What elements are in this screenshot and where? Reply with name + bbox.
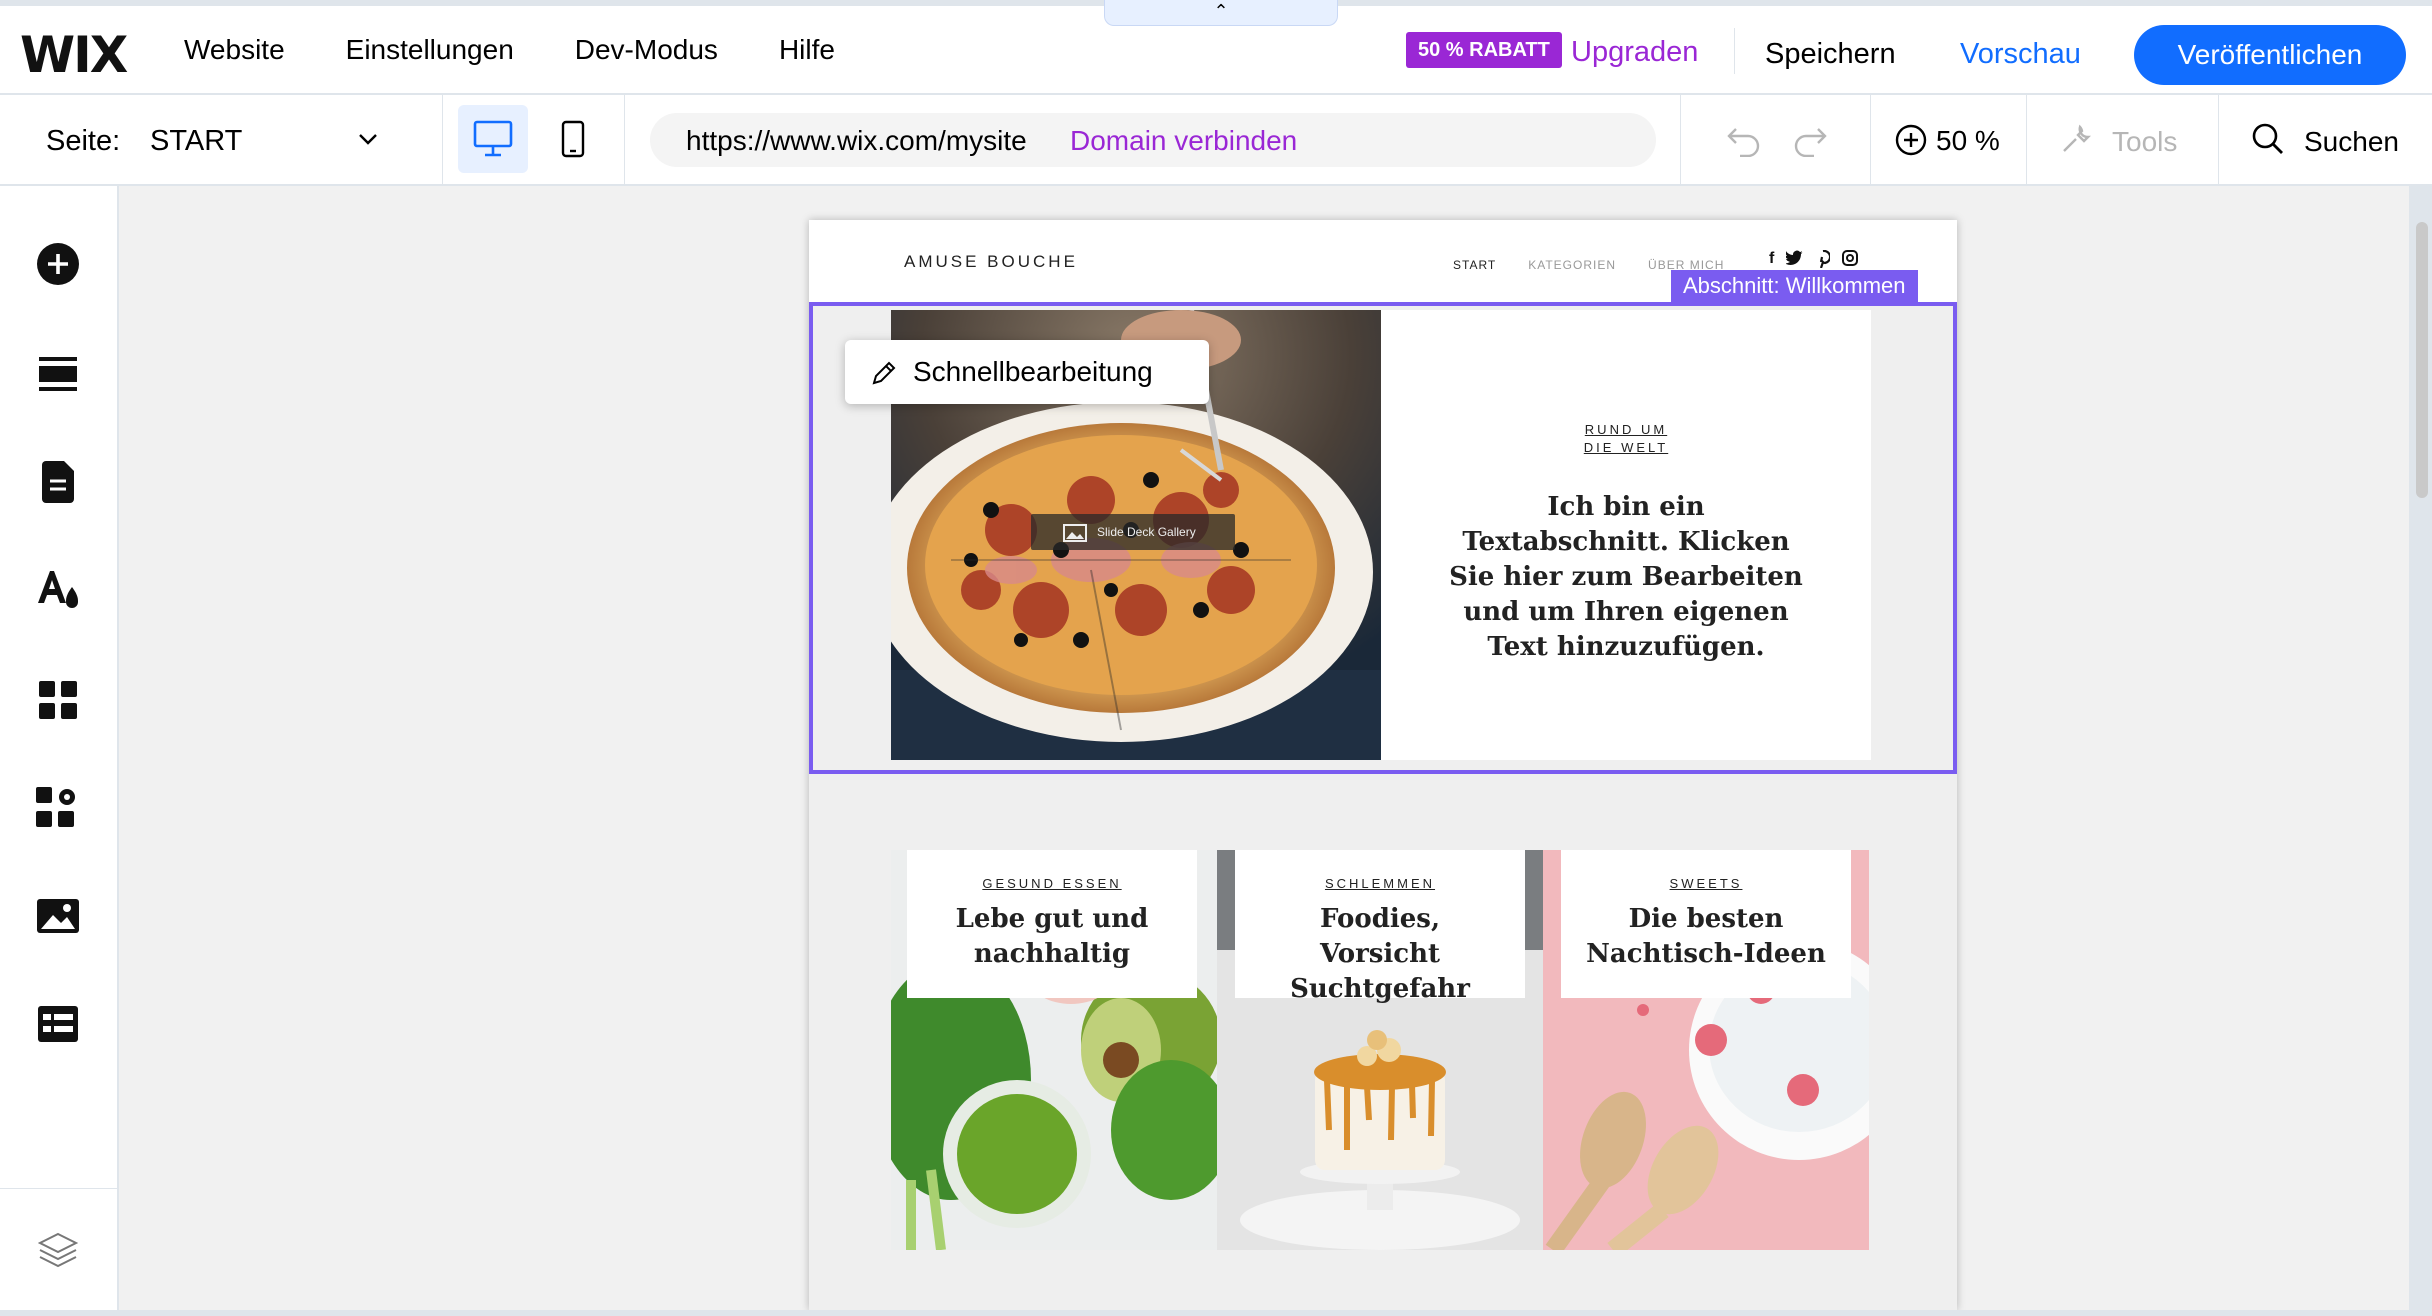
page-selector[interactable]: START	[150, 125, 242, 158]
menu-website[interactable]: Website	[184, 34, 285, 66]
card-title-line2[interactable]: Nachtisch-Ideen	[1561, 937, 1851, 972]
search-icon[interactable]	[2250, 121, 2286, 157]
divider	[1734, 28, 1735, 74]
discount-badge[interactable]: 50 % RABATT	[1406, 32, 1562, 68]
divider	[624, 95, 625, 185]
site-page[interactable]: AMUSE BOUCHE START KATEGORIEN ÜBER MICH …	[809, 220, 1957, 1310]
site-nav-categories[interactable]: KATEGORIEN	[1528, 258, 1616, 272]
cms-icon	[38, 1006, 78, 1042]
chevron-up-icon: ⌃	[1213, 1, 1229, 21]
add-elements-button[interactable]	[34, 240, 82, 288]
divider	[0, 1188, 118, 1189]
menu-help[interactable]: Hilfe	[779, 34, 835, 66]
layers-icon	[38, 1232, 78, 1268]
card-title-line1[interactable]: Die besten	[1561, 902, 1851, 937]
search-button[interactable]: Suchen	[2304, 126, 2399, 158]
connect-domain-link[interactable]: Domain verbinden	[1070, 125, 1297, 157]
page-label: Seite:	[46, 125, 121, 157]
editor-toolbar: Seite: START https://www.wix.com/mysite …	[0, 95, 2432, 185]
url-bar: https://www.wix.com/mysite Domain verbin…	[650, 113, 1656, 167]
card-category[interactable]: GESUND ESSEN	[907, 876, 1197, 891]
desktop-view-button[interactable]	[458, 105, 528, 173]
preview-button[interactable]: Vorschau	[1960, 38, 2081, 71]
design-button[interactable]	[34, 566, 82, 614]
left-sidebar	[0, 186, 118, 1310]
collapse-toolbar-tab[interactable]: ⌃	[1104, 0, 1338, 26]
card-title-line2[interactable]: Vorsicht Suchtgefahr	[1235, 937, 1525, 1007]
card-label[interactable]: SWEETS Die besten Nachtisch-Ideen	[1561, 850, 1851, 998]
blog-card-healthy[interactable]: GESUND ESSEN Lebe gut und nachhaltig	[891, 850, 1217, 1250]
design-icon	[38, 571, 78, 608]
instagram-icon[interactable]	[1842, 250, 1859, 266]
divider	[1680, 95, 1681, 185]
menu-settings[interactable]: Einstellungen	[346, 34, 514, 66]
site-url: https://www.wix.com/mysite	[686, 125, 1027, 156]
card-category[interactable]: SWEETS	[1561, 876, 1851, 891]
wrench-icon[interactable]	[2058, 123, 2094, 157]
canvas-scrollbar[interactable]	[2416, 222, 2428, 498]
divider	[1870, 95, 1871, 185]
pencil-icon	[872, 361, 896, 385]
business-solutions-button[interactable]	[34, 784, 82, 832]
card-title-line1[interactable]: Foodies,	[1235, 902, 1525, 937]
desktop-icon	[473, 120, 513, 157]
divider	[2026, 95, 2027, 185]
publish-button[interactable]: Veröffentlichen	[2134, 25, 2406, 85]
apps-button[interactable]	[34, 676, 82, 724]
add-icon	[37, 243, 79, 285]
blog-card-feast[interactable]: SCHLEMMEN Foodies, Vorsicht Suchtgefahr	[1217, 850, 1543, 1250]
card-title-line1[interactable]: Lebe gut und	[907, 902, 1197, 937]
site-brand[interactable]: AMUSE BOUCHE	[904, 252, 1078, 272]
mobile-view-button[interactable]	[538, 105, 608, 173]
apps-icon	[39, 681, 77, 719]
media-button[interactable]	[34, 892, 82, 940]
media-icon	[37, 899, 79, 933]
menu-dev-mode[interactable]: Dev-Modus	[575, 34, 718, 66]
add-section-button[interactable]	[34, 350, 82, 398]
section-label[interactable]: Abschnitt: Willkommen	[1671, 270, 1918, 302]
site-nav-start[interactable]: START	[1453, 258, 1496, 272]
divider	[442, 95, 443, 185]
wix-logo: WIX	[20, 26, 128, 84]
zoom-in-icon[interactable]	[1894, 123, 1928, 157]
sections-icon	[39, 357, 77, 391]
business-icon	[36, 787, 75, 827]
card-title-line2[interactable]: nachhaltig	[907, 937, 1197, 972]
twitter-icon[interactable]	[1786, 250, 1804, 266]
mobile-icon	[561, 120, 585, 158]
blog-card-sweets[interactable]: SWEETS Die besten Nachtisch-Ideen	[1543, 850, 1869, 1250]
card-label[interactable]: SCHLEMMEN Foodies, Vorsicht Suchtgefahr	[1235, 850, 1525, 1004]
undo-icon[interactable]	[1726, 125, 1762, 157]
redo-icon[interactable]	[1792, 125, 1828, 157]
chevron-down-icon[interactable]	[356, 127, 380, 151]
facebook-icon[interactable]: f	[1769, 250, 1774, 268]
card-label[interactable]: GESUND ESSEN Lebe gut und nachhaltig	[907, 850, 1197, 998]
zoom-level[interactable]: 50 %	[1936, 125, 2000, 157]
window-frame-bottom	[0, 1310, 2432, 1316]
pinterest-icon[interactable]	[1816, 250, 1831, 268]
tools-button[interactable]: Tools	[2112, 126, 2177, 158]
upgrade-link[interactable]: Upgraden	[1571, 36, 1698, 69]
pages-button[interactable]	[34, 458, 82, 506]
editor-canvas[interactable]: AMUSE BOUCHE START KATEGORIEN ÜBER MICH …	[119, 186, 2409, 1310]
divider	[2218, 95, 2219, 185]
save-button[interactable]: Speichern	[1765, 38, 1896, 71]
layers-button[interactable]	[34, 1226, 82, 1274]
card-category[interactable]: SCHLEMMEN	[1235, 876, 1525, 891]
pages-icon	[42, 461, 74, 503]
top-menu: Website Einstellungen Dev-Modus Hilfe	[184, 34, 896, 66]
social-bar[interactable]: f	[1769, 250, 1859, 268]
quick-edit-button[interactable]: Schnellbearbeitung	[845, 340, 1209, 404]
cms-button[interactable]	[34, 1000, 82, 1048]
